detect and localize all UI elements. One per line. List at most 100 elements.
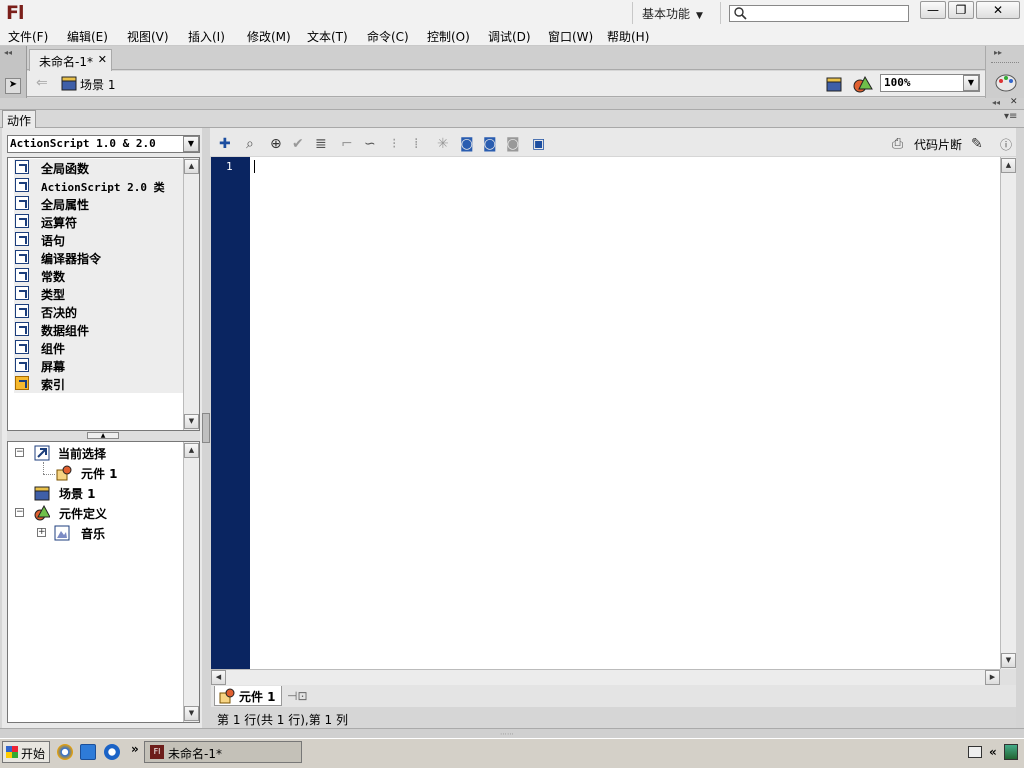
browser-icon[interactable] — [80, 744, 96, 760]
code-snippets-button[interactable]: 代码片断 — [914, 136, 962, 153]
line-number: 1 — [226, 160, 233, 173]
debug-options-icon[interactable]: ∽ — [364, 136, 376, 152]
remove-comment-icon[interactable]: ◙ — [506, 136, 520, 152]
toolbox-item-statements[interactable]: 语句 — [14, 231, 184, 249]
collapse-icon[interactable]: − — [15, 448, 24, 457]
scroll-up-icon[interactable]: ▲ — [1001, 158, 1016, 173]
toolbox-item-index[interactable]: 索引 — [14, 375, 184, 393]
menu-debug[interactable]: 调试(D) — [488, 28, 531, 45]
toolbox-item-types[interactable]: 类型 — [14, 285, 184, 303]
toolbox-item-data-components[interactable]: 数据组件 — [14, 321, 184, 339]
scroll-down-icon[interactable]: ▼ — [184, 706, 199, 721]
scene-label[interactable]: 场景 1 — [80, 76, 115, 93]
close-tab-icon[interactable]: ✕ — [98, 53, 107, 66]
expand-icon[interactable]: ◂◂ — [4, 48, 12, 57]
settings-gear-icon[interactable] — [104, 744, 120, 760]
scroll-left-icon[interactable]: ◀ — [211, 670, 226, 685]
zoom-dropdown-arrow-icon[interactable]: ▼ — [963, 75, 979, 91]
script-assist-wand-icon[interactable]: ✎ — [971, 136, 983, 152]
start-button[interactable]: 开始 — [2, 741, 50, 763]
collapse-selection-icon[interactable]: ⁞ — [414, 136, 418, 152]
toolbox-item-global-functions[interactable]: 全局函数 — [14, 159, 184, 177]
quick-launch-overflow-icon[interactable]: » — [131, 742, 139, 756]
restore-button[interactable]: ❐ — [948, 1, 974, 19]
find-icon[interactable]: ⌕ — [246, 136, 254, 152]
media-player-icon[interactable] — [57, 744, 73, 760]
menu-modify[interactable]: 修改(M) — [247, 28, 291, 45]
minimize-button[interactable]: — — [920, 1, 946, 19]
script-editor[interactable] — [250, 157, 1000, 669]
panel-resize-grip[interactable]: ⋯⋯ — [0, 728, 1024, 738]
splitter-grip-icon[interactable]: ▲ — [87, 432, 119, 439]
document-tab[interactable]: 未命名-1* ✕ — [29, 49, 112, 71]
collapse-panel-icon[interactable]: ◂◂ — [992, 98, 1000, 107]
code-snippets-icon[interactable]: ⎙ — [892, 136, 903, 152]
toolbox-item-compiler-directives[interactable]: 编译器指令 — [14, 249, 184, 267]
network-tray-icon[interactable] — [1004, 744, 1018, 760]
check-syntax-icon[interactable]: ✔ — [292, 136, 304, 152]
add-statement-icon[interactable]: ✚ — [219, 136, 231, 152]
toolbox-item-components[interactable]: 组件 — [14, 339, 184, 357]
scroll-down-icon[interactable]: ▼ — [184, 414, 199, 429]
menu-help[interactable]: 帮助(H) — [607, 28, 649, 45]
back-arrow-icon[interactable]: ⇐ — [36, 75, 48, 91]
apply-block-comment-icon[interactable]: ◙ — [460, 136, 474, 152]
show-hide-toolbox-icon[interactable]: ▣ — [532, 136, 545, 152]
menu-view[interactable]: 视图(V) — [127, 28, 169, 45]
scroll-right-icon[interactable]: ▶ — [985, 670, 1000, 685]
scroll-down-icon[interactable]: ▼ — [1001, 653, 1016, 668]
dock-grip[interactable] — [991, 62, 1019, 64]
script-tab-symbol[interactable]: 元件 1 — [214, 686, 282, 706]
menu-window[interactable]: 窗口(W) — [548, 28, 593, 45]
selection-tool-icon[interactable]: ➤ — [5, 78, 21, 94]
toolbox-item-screens[interactable]: 屏幕 — [14, 357, 184, 375]
panel-menu-icon[interactable]: ▾≡ — [1004, 111, 1017, 122]
menu-insert[interactable]: 插入(I) — [188, 28, 225, 45]
editor-horizontal-scrollbar[interactable] — [211, 669, 1000, 685]
collapse-dock-icon[interactable]: ▸▸ — [994, 48, 1002, 57]
toolbox-item-as2-classes[interactable]: ActionScript 2.0 类 — [14, 177, 184, 195]
tray-expand-icon[interactable]: « — [989, 745, 997, 759]
color-palette-icon[interactable] — [995, 73, 1017, 93]
version-dropdown-arrow-icon[interactable]: ▼ — [183, 136, 199, 152]
toolbox-item-global-properties[interactable]: 全局属性 — [14, 195, 184, 213]
keyboard-icon[interactable] — [968, 746, 982, 758]
help-search-input[interactable] — [729, 5, 909, 22]
menu-commands[interactable]: 命令(C) — [367, 28, 409, 45]
actionscript-version-select[interactable]: ActionScript 1.0 & 2.0 — [7, 135, 200, 153]
toolbox-scrollbar[interactable] — [183, 158, 199, 430]
taskbar-item-flash[interactable]: Fl 未命名-1* — [144, 741, 302, 763]
menu-edit[interactable]: 编辑(E) — [67, 28, 108, 45]
toolbox-item-operators[interactable]: 运算符 — [14, 213, 184, 231]
edit-scene-icon[interactable] — [826, 75, 844, 93]
close-window-button[interactable]: ✕ — [976, 1, 1020, 19]
editor-vertical-scrollbar[interactable] — [1000, 157, 1016, 669]
edit-symbols-icon[interactable] — [853, 75, 873, 93]
tab-actions[interactable]: 动作 — [2, 110, 36, 128]
workspace-switcher[interactable]: 基本功能 ▼ — [642, 5, 703, 22]
apply-line-comment-icon[interactable]: ◙ — [483, 136, 497, 152]
pin-script-icon[interactable]: ⊣⊡ — [287, 689, 308, 703]
right-dock: ▸▸ — [985, 46, 1024, 98]
menu-file[interactable]: 文件(F) — [8, 28, 48, 45]
collapse-between-braces-icon[interactable]: ⁝ — [392, 136, 396, 152]
collapse-icon[interactable]: − — [15, 508, 24, 517]
insert-target-path-icon[interactable]: ⊕ — [270, 136, 282, 152]
scroll-up-icon[interactable]: ▲ — [184, 443, 199, 458]
toolbox-item-label: 类型 — [41, 288, 66, 302]
script-tab-label: 元件 1 — [239, 690, 276, 704]
menu-text[interactable]: 文本(T) — [307, 28, 348, 45]
scroll-up-icon[interactable]: ▲ — [184, 159, 199, 174]
help-icon[interactable]: ⓘ — [1000, 136, 1012, 153]
navigator-scrollbar[interactable] — [183, 442, 199, 722]
show-code-hint-icon[interactable]: ⌐ — [341, 136, 353, 152]
expand-icon[interactable]: + — [37, 528, 46, 537]
menu-control[interactable]: 控制(O) — [427, 28, 470, 45]
toolbox-item-deprecated[interactable]: 否决的 — [14, 303, 184, 321]
close-panel-icon[interactable]: ✕ — [1010, 97, 1018, 107]
expand-all-icon[interactable]: ✳ — [437, 136, 449, 152]
tree-node-label: 元件 1 — [81, 467, 118, 481]
collapse-left-pane-icon[interactable] — [202, 413, 210, 443]
toolbox-item-constants[interactable]: 常数 — [14, 267, 184, 285]
auto-format-icon[interactable]: ≣ — [315, 136, 327, 152]
